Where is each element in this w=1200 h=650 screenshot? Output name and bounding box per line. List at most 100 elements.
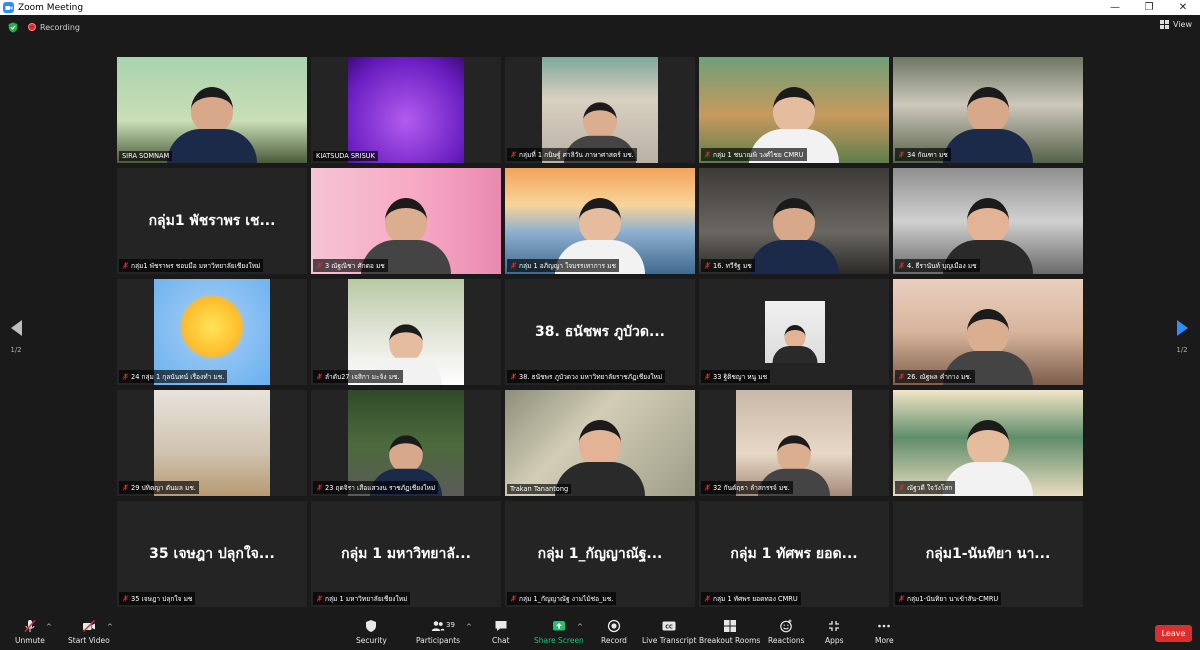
mic-muted-icon	[898, 373, 905, 380]
participant-tile[interactable]: กลุ่ม1-นันทิยา นา... กลุ่ม1-นันทิยา นาเข้…	[893, 500, 1083, 607]
participant-display-name: กลุ่ม 1_กัญญาณัฐ...	[537, 545, 663, 562]
participant-name-tag: 24 กลุ่ม 1 กุลนันทน์ เรืองทำ มช.	[119, 370, 228, 384]
participants-options-caret[interactable]: ^	[466, 623, 472, 631]
participant-name-tag: กลุ่ม1 พัชราพร ชอบมือ มหาวิทยาลัยเชียงให…	[119, 259, 264, 273]
person-silhouette	[943, 420, 1033, 497]
live-transcript-button[interactable]: CC Live Transcript	[642, 619, 697, 645]
participant-tile[interactable]: 24 กลุ่ม 1 กุลนันทน์ เรืองทำ มช.	[117, 278, 307, 386]
mic-muted-icon	[316, 595, 323, 602]
mic-muted-icon	[704, 484, 711, 491]
participant-tile[interactable]: กลุ่ม 1 อภิญญา ใจบรรเทาการ มช	[505, 167, 695, 275]
person-silhouette	[167, 87, 257, 164]
participant-name-tag: 3 ณัฐณิชา ศักดอ มช	[313, 259, 388, 273]
participants-label: Participants	[416, 636, 461, 645]
participant-name: ลำดับ27 เจสิกา มะจ้ง มช.	[325, 373, 400, 382]
participant-tile[interactable]: 26. ณัฐพล คำกาง มช.	[893, 278, 1083, 386]
participant-name: กลุ่ม 1 ชนาณพิ วงศ์ไชย CMRU	[713, 151, 804, 160]
participant-name: กลุ่ม1 พัชราพร ชอบมือ มหาวิทยาลัยเชียงให…	[131, 262, 261, 271]
apps-button[interactable]: Apps	[825, 619, 844, 645]
participant-tile[interactable]: กลุ่ม 1 ทัศพร ยอด... กลุ่ม 1 ทัศพร ยอดทอง…	[699, 500, 889, 607]
audio-options-caret[interactable]: ^	[46, 623, 52, 631]
encryption-shield-icon[interactable]	[8, 22, 18, 33]
breakout-rooms-label: Breakout Rooms	[699, 636, 761, 645]
view-label: View	[1173, 20, 1192, 29]
participant-video	[348, 57, 464, 164]
participant-display-name: กลุ่ม 1 ทัศพร ยอด...	[730, 545, 858, 562]
participant-tile[interactable]: กลุ่ม 1_กัญญาณัฐ... กลุ่ม 1_กัญญาณัฐ งามไ…	[505, 500, 695, 607]
mic-muted-icon	[316, 373, 323, 380]
security-label: Security	[356, 636, 387, 645]
window-title: Zoom Meeting	[18, 2, 84, 13]
more-button[interactable]: More	[875, 619, 894, 645]
participant-tile[interactable]: 38. ธนัชพร ภูบัวด... 38. ธนัชพร ภูบัวดวง …	[505, 278, 695, 386]
page-indicator-right: 1/2	[1176, 346, 1188, 354]
participant-tile[interactable]: กลุ่ม 1 มหาวิทยาลั... กลุ่ม 1 มหาวิทยาลัย…	[311, 500, 501, 607]
participant-tile[interactable]: 3 ณัฐณิชา ศักดอ มช	[311, 167, 501, 275]
participant-tile[interactable]: 16. ทวีรัฐ มช	[699, 167, 889, 275]
participant-tile[interactable]: 34 กัณฑา มช	[893, 57, 1083, 164]
maximize-button[interactable]: ❐	[1132, 0, 1166, 15]
participant-video	[505, 389, 695, 497]
recording-indicator-icon	[28, 23, 36, 31]
reactions-button[interactable]: Reactions	[768, 619, 804, 645]
participant-tile[interactable]: กลุ่ม 1 ชนาณพิ วงศ์ไชย CMRU	[699, 57, 889, 164]
participant-tile[interactable]: กลุ่มที่ 1 กนิษฐ์ ศาลิวัน ภาษาศาสตร์ มช.	[505, 57, 695, 164]
participant-name: 24 กลุ่ม 1 กุลนันทน์ เรืองทำ มช.	[131, 373, 225, 382]
leave-button[interactable]: Leave	[1155, 625, 1192, 642]
view-button[interactable]: View	[1160, 20, 1192, 29]
participant-tile[interactable]: Trakan Tanantong	[505, 389, 695, 497]
participant-video	[117, 57, 307, 164]
minimize-button[interactable]: —	[1098, 0, 1132, 15]
participant-name-tag: 38. ธนัชพร ภูบัวดวง มหาวิทยาลัยราชภัฏเชี…	[507, 370, 666, 384]
reactions-smiley-icon	[779, 619, 793, 633]
recording-label[interactable]: Recording	[40, 23, 80, 32]
participants-count: 39	[446, 621, 455, 629]
unmute-button[interactable]: Unmute	[15, 619, 45, 645]
share-options-caret[interactable]: ^	[577, 623, 583, 631]
reactions-label: Reactions	[768, 636, 805, 645]
start-video-label: Start Video	[68, 636, 110, 645]
participant-tile[interactable]: KIATSUDA SRISUK	[311, 57, 501, 164]
participant-name-tag: กลุ่ม 1 มหาวิทยาลัยเชียงใหม่	[313, 591, 411, 605]
participant-name: กลุ่ม 1 มหาวิทยาลัยเชียงใหม่	[325, 594, 408, 603]
participant-name: 26. ณัฐพล คำกาง มช.	[907, 373, 972, 382]
participant-tile[interactable]: 29 ปทิตญา ตันมล มช.	[117, 389, 307, 497]
security-button[interactable]: Security	[356, 619, 387, 645]
closed-caption-icon: CC	[662, 619, 676, 633]
participant-tile[interactable]: 33 ฐิติชญา หนู มช	[699, 278, 889, 386]
live-transcript-label: Live Transcript	[642, 636, 697, 645]
page-indicator-left: 1/2	[10, 346, 22, 354]
participant-name-tag: กลุ่ม 1 อภิญญา ใจบรรเทาการ มช	[507, 259, 619, 273]
participant-tile[interactable]: ณัฐวดี ใจวังโสก	[893, 389, 1083, 497]
participant-name: กลุ่ม 1 อภิญญา ใจบรรเทาการ มช	[519, 262, 616, 271]
next-page-button[interactable]: 1/2	[1172, 320, 1192, 360]
mic-muted-icon	[316, 262, 323, 269]
record-button[interactable]: Record	[601, 619, 627, 645]
start-video-button[interactable]: Start Video	[68, 619, 110, 645]
participant-tile[interactable]: 35 เจษฎา ปลุกใจ... 35 เจษฎา ปลุกใจ มช	[117, 500, 307, 607]
mic-muted-icon	[898, 151, 905, 159]
video-options-caret[interactable]: ^	[107, 623, 113, 631]
participant-name-tag: ณัฐวดี ใจวังโสก	[895, 481, 956, 495]
participant-name: 23 ฤดจิรา เสือแสวงน ราชภัฏเชียงใหม่	[325, 484, 436, 493]
participant-tile[interactable]: SIRA SOMNAM	[117, 57, 307, 164]
participant-name-tag: 26. ณัฐพล คำกาง มช.	[895, 370, 975, 384]
participant-tile[interactable]: 23 ฤดจิรา เสือแสวงน ราชภัฏเชียงใหม่	[311, 389, 501, 497]
zoom-app-icon	[3, 2, 14, 13]
participant-tile[interactable]: ลำดับ27 เจสิกา มะจ้ง มช.	[311, 278, 501, 386]
participant-display-name: 35 เจษฎา ปลุกใจ...	[149, 545, 275, 562]
participant-tile[interactable]: 32 กันต์ฤธา ลำสกรรจ์ มช.	[699, 389, 889, 497]
close-button[interactable]: ✕	[1166, 0, 1200, 15]
participant-display-name: กลุ่ม1-นันทิยา นา...	[925, 545, 1051, 562]
participant-tile[interactable]: กลุ่ม1 พัชราพร เช... กลุ่ม1 พัชราพร ชอบมื…	[117, 167, 307, 275]
previous-page-button[interactable]: 1/2	[6, 320, 26, 360]
breakout-rooms-button[interactable]: Breakout Rooms	[699, 619, 760, 645]
participant-tile[interactable]: 4. ธีรานันท์ บุญเมือง มช	[893, 167, 1083, 275]
mic-muted-icon	[704, 595, 711, 602]
apps-icon	[827, 619, 841, 633]
participant-name-tag: SIRA SOMNAM	[119, 151, 173, 162]
chat-button[interactable]: Chat	[492, 619, 510, 645]
participant-name: Trakan Tanantong	[510, 485, 569, 494]
meeting-toolbar: Unmute ^ Start Video ^ Security Particip…	[0, 613, 1200, 650]
mic-muted-icon	[510, 595, 517, 602]
